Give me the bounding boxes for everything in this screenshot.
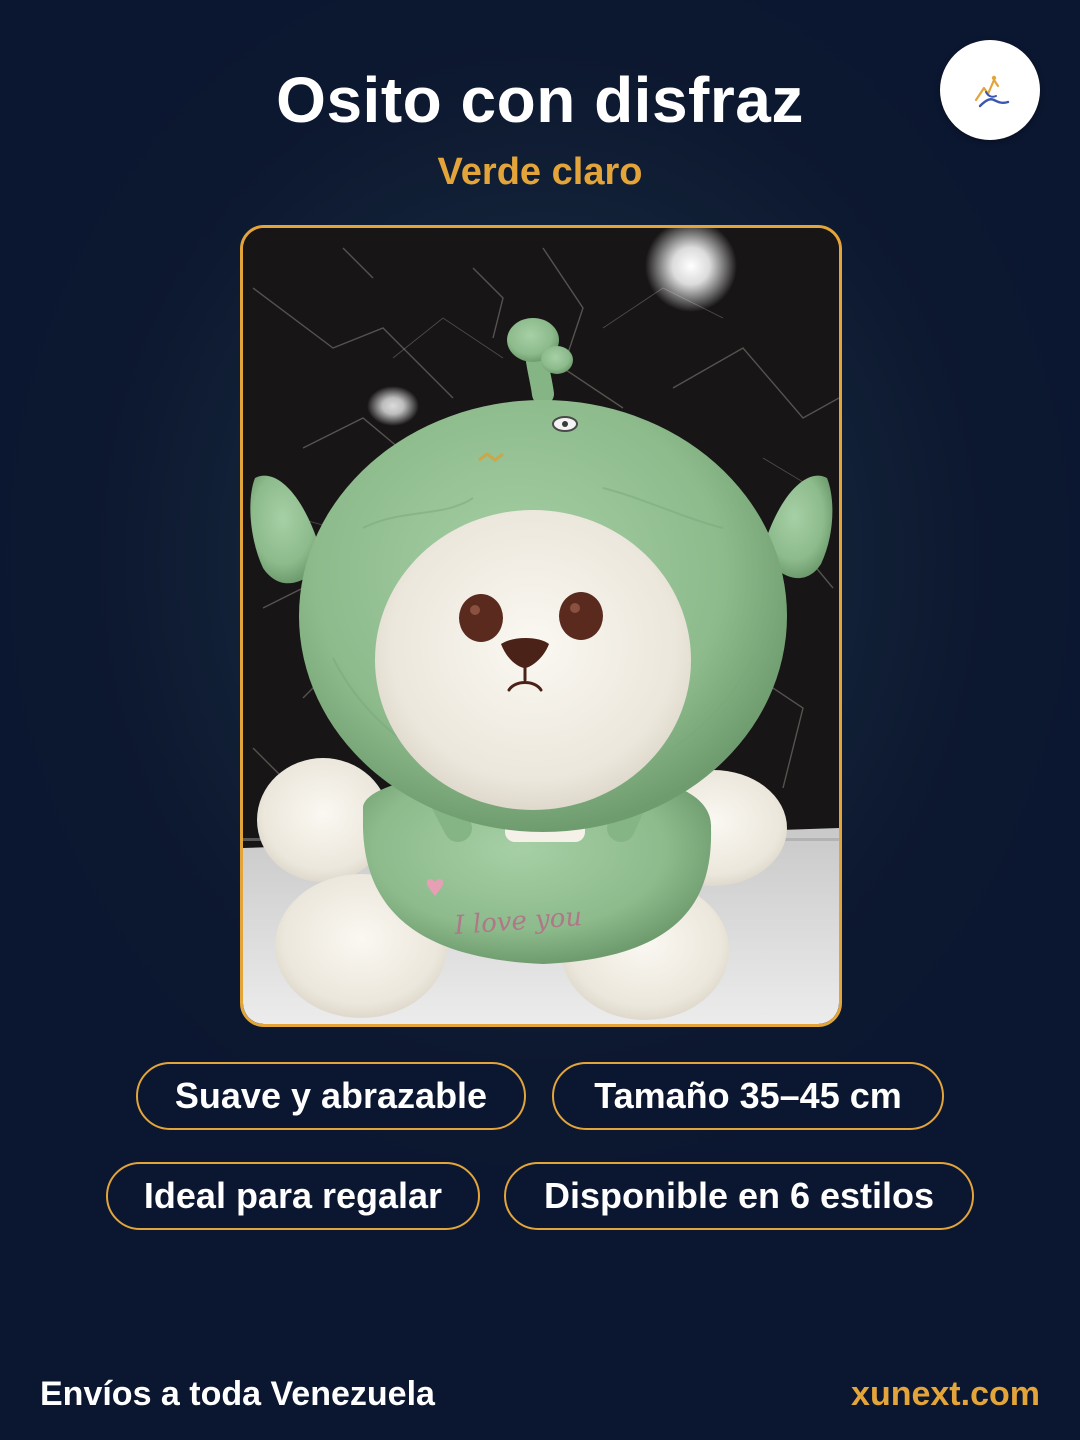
website-link[interactable]: xunext.com	[851, 1372, 1040, 1416]
plush-bear-photo: I love you	[243, 228, 839, 1024]
color-variant-subtitle: Verde claro	[437, 151, 643, 193]
feature-pill-styles: Disponible en 6 estilos	[504, 1162, 974, 1230]
shipping-note: Envíos a toda Venezuela	[40, 1375, 435, 1413]
feature-pill-size: Tamaño 35–45 cm	[552, 1062, 944, 1130]
brand-logo-icon	[974, 75, 1010, 108]
brand-logo-badge	[940, 40, 1040, 140]
feature-pill-soft: Suave y abrazable	[136, 1062, 526, 1130]
product-photo: I love you	[240, 225, 842, 1027]
feature-pill-gift: Ideal para regalar	[106, 1162, 480, 1230]
page-title: Osito con disfraz	[276, 64, 804, 136]
